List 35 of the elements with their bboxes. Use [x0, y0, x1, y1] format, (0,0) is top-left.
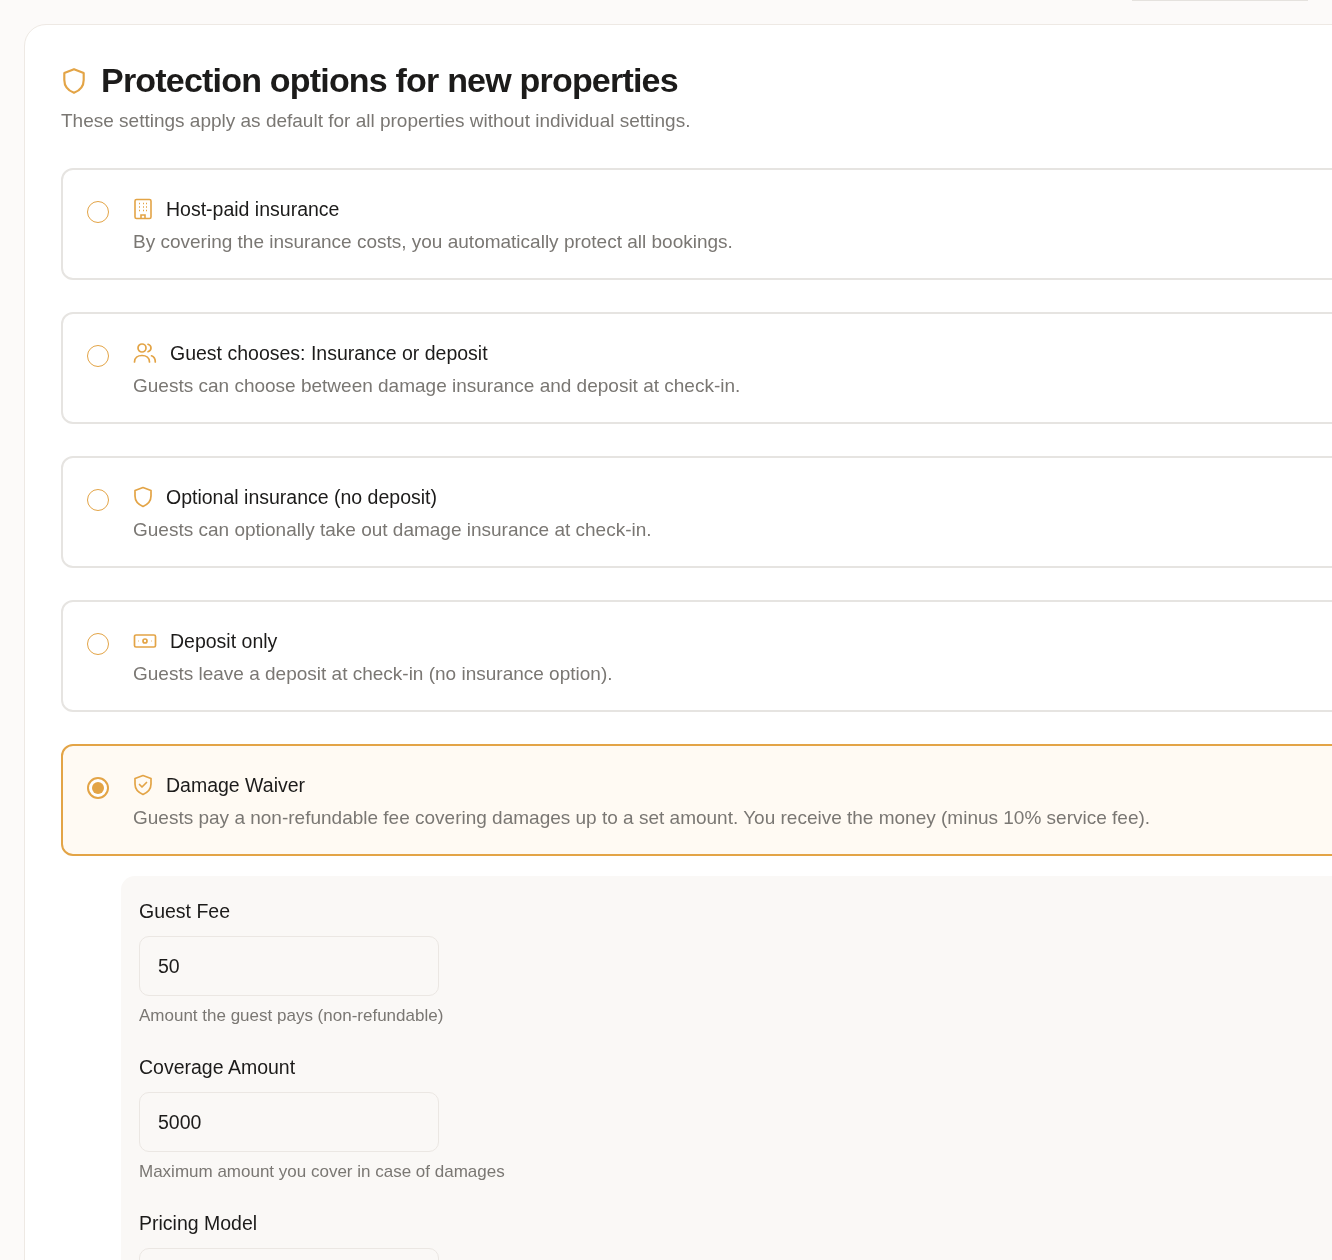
option-description: Guests can choose between damage insurance and deposit at check-in. [133, 375, 741, 397]
option-title: Optional insurance (no deposit) [166, 485, 437, 509]
radio-button[interactable] [87, 777, 109, 799]
shield-check-icon [133, 774, 153, 796]
shield-icon [133, 486, 153, 508]
field-label: Guest Fee [139, 900, 232, 923]
protection-option[interactable]: Damage Waiver Guests pay a non-refundable fee covering damages up to a set amount. You receive the money (minus 10% service fee). [61, 744, 1332, 856]
option-description: By covering the insurance costs, you automatically protect all bookings. [133, 231, 733, 253]
option-title: Damage Waiver [166, 773, 306, 797]
protection-option[interactable]: Host-paid insurance By covering the insurance costs, you automatically protect all bookings. [61, 168, 1332, 280]
page-title: Protection options for new properties [101, 61, 678, 100]
option-description: Guests pay a non-refundable fee covering damages up to a set amount. You receive the money (minus 10% service fee). [133, 807, 1151, 829]
protection-option[interactable]: Guest chooses: Insurance or deposit Guests can choose between damage insurance and deposit at check-in. [61, 312, 1332, 424]
banknote-icon [133, 633, 157, 649]
radio-button[interactable] [87, 489, 109, 511]
protection-option[interactable]: Optional insurance (no deposit) Guests can optionally take out damage insurance at check-in. [61, 456, 1332, 568]
input-field[interactable]: 5000 [139, 1092, 439, 1152]
option-title: Guest chooses: Insurance or deposit [170, 341, 488, 365]
radio-button[interactable] [87, 633, 109, 655]
building-icon [133, 198, 153, 220]
shield-icon [61, 66, 87, 95]
page-subtitle: These settings apply as default for all properties without individual settings. [61, 110, 692, 132]
radio-button[interactable] [87, 201, 109, 223]
protection-option[interactable]: Deposit only Guests leave a deposit at check-in (no insurance option). [61, 600, 1332, 712]
field-label: Coverage Amount [139, 1056, 297, 1079]
option-title: Host-paid insurance [166, 197, 340, 221]
field-hint: Maximum amount you cover in case of damages [139, 1162, 506, 1182]
input-field[interactable]: 50 [139, 936, 439, 996]
radio-button[interactable] [87, 345, 109, 367]
field-label: Pricing Model [139, 1212, 259, 1235]
option-description: Guests leave a deposit at check-in (no insurance option). [133, 663, 613, 685]
option-description: Guests can optionally take out damage insurance at check-in. [133, 519, 652, 541]
option-title: Deposit only [170, 629, 278, 653]
users-icon [133, 342, 157, 364]
field-hint: Amount the guest pays (non-refundable) [139, 1006, 445, 1026]
